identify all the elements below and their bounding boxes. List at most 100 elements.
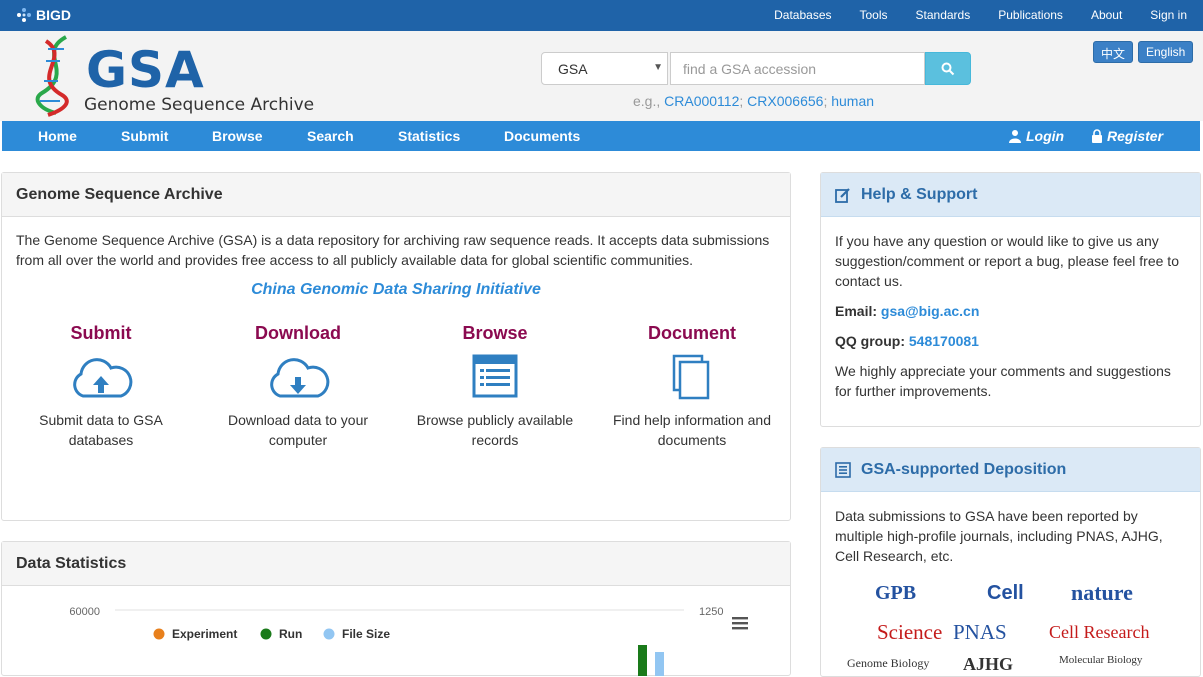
dna-helix-icon [35, 35, 69, 117]
feature-browse[interactable]: Browse Browse publicly available records [405, 323, 585, 450]
toplink-tools[interactable]: Tools [860, 8, 888, 22]
appreciate-text: We highly appreciate your comments and s… [835, 363, 1171, 399]
data-statistics-panel: Data Statistics 60000 1250 Experiment Ru… [1, 541, 791, 676]
y-axis-left-tick: 60000 [69, 606, 100, 618]
bar-run [638, 645, 647, 676]
feature-submit[interactable]: Submit Submit data to GSA databases [11, 323, 191, 450]
list-window-icon [405, 354, 585, 404]
hamburger-icon [732, 617, 748, 620]
chart-menu-button[interactable] [727, 614, 751, 632]
database-select-value: GSA [558, 61, 588, 77]
journal-logo-molecular-biology[interactable]: Molecular Biology [1059, 654, 1142, 666]
journal-logo-ajhg[interactable]: AJHG [963, 654, 1013, 675]
legend-marker-experiment [153, 628, 165, 640]
email-link[interactable]: gsa@big.ac.cn [881, 303, 979, 319]
legend-item-run[interactable]: Run [260, 627, 303, 641]
stats-panel-title: Data Statistics [2, 542, 790, 586]
example-link-human[interactable]: human [831, 93, 874, 109]
hamburger-icon-bar [732, 627, 748, 630]
accession-search-input[interactable]: find a GSA accession [670, 52, 925, 85]
list-icon [835, 461, 851, 478]
nav-documents[interactable]: Documents [504, 128, 580, 144]
caret-down-icon: ▼ [653, 62, 663, 73]
help-panel-title: Help & Support [861, 185, 978, 203]
cloud-upload-icon [11, 354, 191, 404]
journal-logo-gpb[interactable]: GPB [875, 582, 916, 605]
top-links: Databases Tools Standards Publications A… [746, 8, 1187, 22]
journal-logo-science[interactable]: Science [877, 620, 942, 645]
help-text: If you have any question or would like t… [835, 233, 1179, 289]
lang-english-button[interactable]: English [1138, 41, 1194, 63]
toplink-standards[interactable]: Standards [916, 8, 971, 22]
cloud-download-icon [208, 354, 388, 404]
feature-download-title[interactable]: Download [208, 323, 388, 344]
search-button[interactable] [925, 52, 971, 85]
journal-logo-genome-biology[interactable]: Genome Biology [847, 656, 929, 671]
bigd-brand[interactable]: BIGD [16, 7, 71, 23]
search-examples: e.g., CRA000112; CRX006656; human [633, 93, 875, 109]
nav-browse[interactable]: Browse [212, 128, 263, 144]
feature-browse-title[interactable]: Browse [405, 323, 585, 344]
journal-logo-pnas[interactable]: PNAS [953, 620, 1007, 645]
journal-logo-cell[interactable]: Cell [987, 582, 1024, 605]
qq-row: QQ group: 548170081 [835, 331, 979, 351]
lock-icon [1092, 129, 1102, 143]
feature-submit-title[interactable]: Submit [11, 323, 191, 344]
gsa-panel-title: Genome Sequence Archive [2, 173, 790, 217]
example-link-cra[interactable]: CRA000112 [664, 93, 739, 109]
journal-logo-nature[interactable]: nature [1071, 580, 1133, 606]
search-icon [941, 62, 955, 75]
gsa-intro-panel: Genome Sequence Archive The Genome Seque… [1, 172, 791, 521]
login-label: Login [1026, 128, 1065, 144]
toplink-databases[interactable]: Databases [774, 8, 831, 22]
gsa-logo[interactable]: GSA Genome Sequence Archive [26, 33, 314, 117]
chart-legend: Experiment Run File Size [153, 627, 391, 641]
toplink-about[interactable]: About [1091, 8, 1122, 22]
qq-label: QQ group: [835, 333, 905, 349]
legend-marker-run [260, 628, 272, 640]
gsa-intro-text: The Genome Sequence Archive (GSA) is a d… [16, 232, 770, 268]
legend-label-file-size: File Size [342, 627, 390, 641]
bigd-logo-icon [17, 8, 31, 22]
initiative-link[interactable]: China Genomic Data Sharing Initiative [2, 281, 790, 299]
feature-browse-desc: Browse publicly available records [416, 412, 574, 448]
top-bar: BIGD Databases Tools Standards Publicati… [0, 0, 1203, 31]
deposition-panel-title: GSA-supported Deposition [861, 460, 1067, 478]
database-select[interactable]: GSA ▼ [541, 52, 668, 85]
feature-document[interactable]: Document Find help information and docum… [602, 323, 782, 450]
feature-document-desc: Find help information and documents [613, 412, 771, 448]
header: GSA Genome Sequence Archive GSA ▼ find a… [0, 31, 1203, 121]
toplink-sign-in[interactable]: Sign in [1150, 8, 1187, 22]
help-support-panel: Help & Support If you have any question … [820, 172, 1201, 427]
toplink-publications[interactable]: Publications [998, 8, 1063, 22]
hamburger-icon-bar [732, 622, 748, 625]
login-link[interactable]: Login [1008, 128, 1064, 144]
bigd-label: BIGD [36, 7, 71, 23]
example-link-crx[interactable]: CRX006656 [747, 93, 823, 109]
feature-submit-desc: Submit data to GSA databases [39, 412, 163, 448]
register-link[interactable]: Register [1091, 128, 1163, 144]
help-panel-header: Help & Support [821, 173, 1200, 217]
feature-download[interactable]: Download Download data to your computer [208, 323, 388, 450]
examples-prefix: e.g., [633, 93, 661, 109]
qq-link[interactable]: 548170081 [909, 333, 979, 349]
feature-document-title[interactable]: Document [602, 323, 782, 344]
documents-icon [602, 354, 782, 404]
legend-item-file-size[interactable]: File Size [323, 627, 391, 641]
email-label: Email: [835, 303, 878, 319]
nav-search[interactable]: Search [307, 128, 354, 144]
bar-file-size [655, 652, 664, 676]
nav-home[interactable]: Home [38, 128, 77, 144]
deposition-panel: GSA-supported Deposition Data submission… [820, 447, 1201, 677]
logo-title: GSA [86, 41, 205, 99]
statistics-chart: 60000 1250 Experiment Run File Size [69, 606, 751, 676]
logo-subtitle: Genome Sequence Archive [84, 95, 315, 115]
legend-item-experiment[interactable]: Experiment [153, 627, 238, 641]
nav-statistics[interactable]: Statistics [398, 128, 460, 144]
journal-logo-cell-research[interactable]: Cell Research [1049, 622, 1149, 643]
legend-marker-file-size [323, 628, 335, 640]
y-axis-right-tick: 1250 [699, 606, 723, 618]
lang-chinese-button[interactable]: 中文 [1093, 41, 1134, 63]
legend-label-run: Run [279, 627, 302, 641]
nav-submit[interactable]: Submit [121, 128, 168, 144]
